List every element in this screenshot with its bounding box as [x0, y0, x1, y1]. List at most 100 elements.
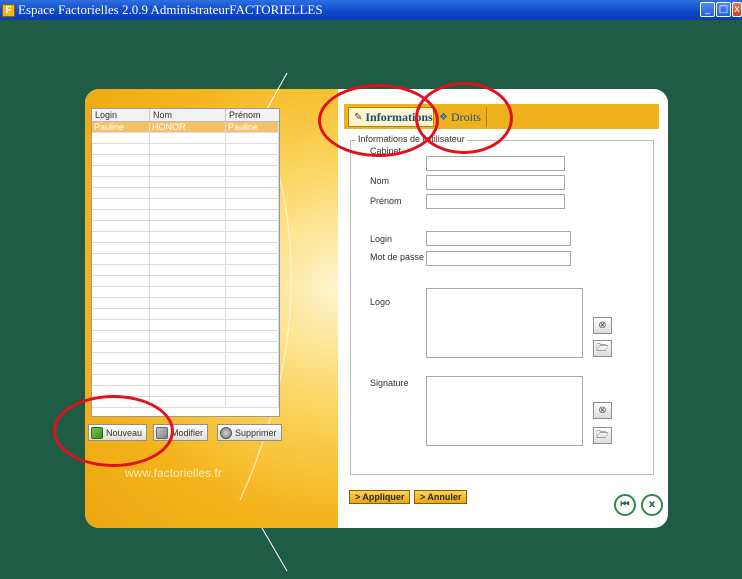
empty-table-row [92, 177, 279, 188]
empty-cell [150, 254, 226, 264]
empty-cell [92, 320, 150, 330]
empty-cell [92, 364, 150, 374]
table-row[interactable]: Pauline HONOR Pauline [92, 122, 279, 133]
user-list[interactable]: Login Nom Prénom Pauline HONOR Pauline [91, 108, 280, 417]
nom-field[interactable] [426, 175, 565, 190]
empty-cell [92, 276, 150, 286]
maximize-button[interactable]: □ [716, 2, 731, 17]
empty-cell [150, 353, 226, 363]
clear-icon: ⊗ [598, 405, 607, 416]
empty-cell [150, 188, 226, 198]
apply-button[interactable]: > Appliquer [349, 490, 411, 504]
empty-cell [226, 397, 279, 407]
empty-cell [226, 375, 279, 385]
clear-icon: ⊗ [598, 320, 607, 331]
edit-button-label: Modifier [171, 427, 204, 438]
excel-export-button[interactable]: x [641, 494, 663, 516]
empty-cell [226, 221, 279, 231]
column-header-nom[interactable]: Nom [150, 109, 226, 121]
empty-cell [150, 155, 226, 165]
logo-clear-button[interactable]: ⊗ [593, 317, 612, 334]
excel-icon: x [648, 499, 656, 510]
logo-browse-button[interactable]: 🗁 [593, 340, 612, 357]
prenom-label: Prénom [370, 196, 402, 206]
empty-cell [150, 144, 226, 154]
empty-table-row [92, 276, 279, 287]
empty-table-row [92, 287, 279, 298]
empty-cell [226, 166, 279, 176]
column-header-login[interactable]: Login [92, 109, 150, 121]
empty-table-row [92, 221, 279, 232]
delete-button[interactable]: Supprimer [217, 424, 282, 441]
cancel-button[interactable]: > Annuler [414, 490, 468, 504]
empty-table-row [92, 155, 279, 166]
empty-cell [92, 210, 150, 220]
empty-cell [92, 353, 150, 363]
empty-table-row [92, 188, 279, 199]
folder-icon: 🗁 [596, 430, 609, 441]
empty-cell [226, 199, 279, 209]
window-title-bar[interactable]: F Espace Factorielles 2.0.9 Administrate… [0, 0, 742, 20]
empty-cell [226, 265, 279, 275]
empty-table-row [92, 243, 279, 254]
empty-cell [150, 210, 226, 220]
empty-table-row [92, 309, 279, 320]
password-label: Mot de passe [370, 252, 425, 262]
empty-cell [92, 298, 150, 308]
empty-table-row [92, 199, 279, 210]
empty-cell [92, 309, 150, 319]
website-url: www.factorielles.fr [125, 466, 222, 480]
empty-rows [92, 133, 279, 408]
prenom-field[interactable] [426, 194, 565, 209]
empty-cell [150, 166, 226, 176]
empty-cell [92, 375, 150, 385]
empty-cell [92, 166, 150, 176]
empty-cell [150, 397, 226, 407]
empty-table-row [92, 320, 279, 331]
empty-cell [226, 177, 279, 187]
annotation-circle-nouveau [53, 395, 174, 467]
empty-table-row [92, 331, 279, 342]
empty-cell [92, 144, 150, 154]
cabinet-field[interactable] [426, 156, 565, 171]
empty-cell [226, 133, 279, 143]
empty-cell [150, 243, 226, 253]
empty-cell [226, 243, 279, 253]
back-button[interactable]: ⏮ [614, 494, 636, 516]
empty-cell [150, 199, 226, 209]
password-field[interactable] [426, 251, 571, 266]
empty-cell [92, 188, 150, 198]
empty-cell [226, 364, 279, 374]
empty-cell [226, 331, 279, 341]
empty-cell [150, 232, 226, 242]
empty-cell [150, 386, 226, 396]
empty-cell [92, 221, 150, 231]
empty-table-row [92, 210, 279, 221]
signature-label: Signature [370, 378, 409, 388]
logo-image-box[interactable] [426, 288, 583, 358]
signature-browse-button[interactable]: 🗁 [593, 427, 612, 444]
empty-cell [92, 342, 150, 352]
login-label: Login [370, 234, 393, 244]
signature-clear-button[interactable]: ⊗ [593, 402, 612, 419]
empty-table-row [92, 342, 279, 353]
empty-table-row [92, 133, 279, 144]
empty-cell [226, 320, 279, 330]
empty-cell [150, 287, 226, 297]
minimize-button[interactable]: _ [700, 2, 715, 17]
empty-cell [226, 210, 279, 220]
cell-nom: HONOR [150, 122, 226, 132]
delete-button-label: Supprimer [235, 427, 277, 438]
empty-cell [226, 298, 279, 308]
signature-image-box[interactable] [426, 376, 583, 446]
nom-label: Nom [370, 176, 390, 186]
empty-cell [226, 254, 279, 264]
empty-cell [226, 276, 279, 286]
app-logo-icon: F [2, 3, 15, 17]
column-header-prenom[interactable]: Prénom [226, 109, 279, 121]
empty-table-row [92, 166, 279, 177]
empty-cell [226, 155, 279, 165]
login-field[interactable] [426, 231, 571, 246]
empty-table-row [92, 265, 279, 276]
close-button[interactable]: x [732, 2, 742, 17]
